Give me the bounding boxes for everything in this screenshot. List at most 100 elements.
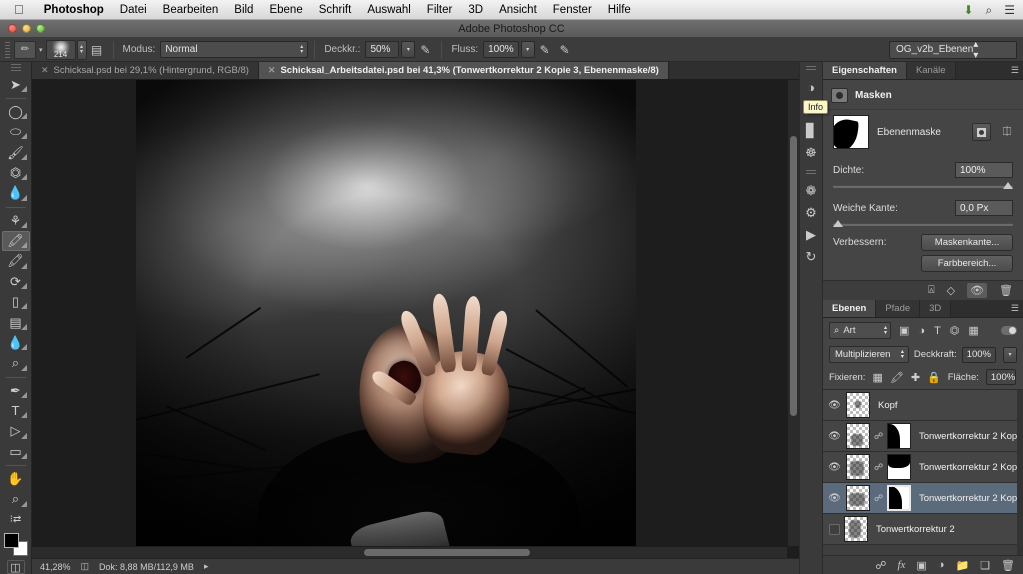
path-selection-tool[interactable]: ▷	[2, 421, 30, 441]
tab-pfade[interactable]: Pfade	[876, 300, 921, 317]
layer-row-tonwertkorrektur-2[interactable]: Tonwertkorrektur 2	[823, 514, 1023, 545]
menu-item-ebene[interactable]: Ebene	[261, 0, 310, 20]
toggle-mask-icon[interactable]: 👁	[967, 283, 988, 298]
download-icon[interactable]: ⬇	[963, 4, 973, 16]
layer-thumbnail[interactable]	[846, 485, 870, 511]
rectangle-tool[interactable]: ▭	[2, 442, 30, 462]
layer-style-icon[interactable]: fx	[897, 559, 905, 571]
feather-input[interactable]: 0,0 Px	[955, 200, 1013, 216]
document-canvas[interactable]	[136, 80, 636, 558]
mask-thumbnail[interactable]	[833, 115, 869, 149]
layer-row-tonwertkorrektur-2-kopie-2[interactable]: 👁 ☍ Tonwertkorrektur 2 Kopie 2	[823, 452, 1023, 483]
dock-grip-2[interactable]	[806, 170, 816, 176]
color-swatches[interactable]	[2, 532, 30, 556]
document-tab-schicksal[interactable]: ✕ Schicksal.psd bei 29,1% (Hintergrund, …	[32, 62, 259, 79]
filter-enable-toggle[interactable]	[1001, 326, 1017, 335]
layer-mask-thumbnail[interactable]	[887, 423, 911, 449]
clone-stamp-tool[interactable]: 🖍	[2, 251, 30, 271]
layer-thumbnail[interactable]	[846, 423, 870, 449]
layer-mask-thumbnail[interactable]	[887, 454, 911, 480]
layer-list[interactable]: 👁 Kopf 👁 ☍ Tonwertkorrektur 2 Kopie 👁 ☍ …	[823, 390, 1023, 555]
menu-item-hilfe[interactable]: Hilfe	[600, 0, 639, 20]
type-filter-icon[interactable]: T	[934, 325, 941, 337]
scrollbar-thumb[interactable]	[364, 549, 531, 556]
apple-logo-icon[interactable]: 	[14, 3, 24, 16]
pixel-mask-button[interactable]	[972, 123, 991, 141]
foreground-color-swatch[interactable]	[3, 532, 19, 548]
history-brush-tool[interactable]: ⟳	[2, 272, 30, 292]
pixel-filter-icon[interactable]: ▣	[899, 324, 909, 337]
layer-mask-link-icon[interactable]: ☍	[874, 493, 883, 504]
dock-grip[interactable]	[806, 66, 816, 72]
scrollbar-thumb[interactable]	[790, 135, 797, 416]
quick-selection-tool[interactable]: 🖌	[2, 142, 30, 162]
brush-size-preview[interactable]: 214	[45, 39, 76, 60]
menu-item-bild[interactable]: Bild	[226, 0, 261, 20]
tools-panel-grip[interactable]	[10, 64, 21, 72]
density-slider[interactable]	[833, 182, 1013, 189]
document-tab-schicksal-arbeitsdatei[interactable]: ✕ Schicksal_Arbeitsdatei.psd bei 41,3% (…	[258, 62, 669, 79]
histogram-panel-icon[interactable]: ▊	[800, 120, 822, 142]
menu-item-schrift[interactable]: Schrift	[311, 0, 360, 20]
color-range-button[interactable]: Farbbereich...	[921, 255, 1013, 272]
layer-opacity-chevron-down-icon[interactable]: ▾	[1003, 346, 1017, 363]
tool-presets-icon[interactable]: ⚙	[800, 202, 822, 224]
actions-panel-icon[interactable]: ↻	[800, 246, 822, 268]
eraser-tool[interactable]: ▯	[2, 292, 30, 312]
timeline-panel-icon[interactable]: ▶	[800, 224, 822, 246]
hand-tool[interactable]: ✋	[2, 469, 30, 489]
load-selection-icon[interactable]: ⍓	[928, 284, 935, 297]
layer-blend-mode-select[interactable]: Multiplizieren ▴ ▾	[829, 346, 909, 363]
vector-mask-icon[interactable]: ⎅	[999, 126, 1015, 139]
edit-toolbar-icon[interactable]: ⁝⇄	[2, 510, 30, 530]
close-icon[interactable]: ✕	[41, 65, 49, 76]
quick-mask-icon[interactable]: ◫	[6, 560, 25, 574]
layer-visibility-icon[interactable]: 👁	[827, 431, 842, 442]
flow-input[interactable]: 100%	[483, 41, 519, 58]
layer-visibility-icon[interactable]: 👁	[827, 493, 842, 504]
brush-panel-icon[interactable]: ▤	[87, 41, 107, 59]
tab-ebenen[interactable]: Ebenen	[823, 300, 877, 317]
layer-thumbnail[interactable]	[844, 516, 868, 542]
brush-presets-icon[interactable]: ❁	[800, 180, 822, 202]
elliptical-marquee-tool[interactable]: ◯	[2, 102, 30, 122]
layer-row-tonwertkorrektur-2-kopie-3[interactable]: 👁 ☍ Tonwertkorrektur 2 Kopie 3	[823, 483, 1023, 514]
menu-item-filter[interactable]: Filter	[419, 0, 461, 20]
airbrush-icon[interactable]: ✎	[535, 41, 555, 59]
zoom-tool[interactable]: ⌕	[2, 489, 30, 509]
tab-eigenschaften[interactable]: Eigenschaften	[823, 62, 907, 79]
canvas-area[interactable]	[32, 80, 799, 558]
lock-all-icon[interactable]: 🔒	[927, 371, 941, 384]
menu-item-photoshop[interactable]: Photoshop	[36, 0, 112, 20]
pen-tool[interactable]: ✒	[2, 380, 30, 400]
tablet-pressure-size-icon[interactable]: ✎	[555, 41, 575, 59]
gradient-tool[interactable]: ▤	[2, 312, 30, 332]
layers-panel-scrollbar[interactable]	[1017, 390, 1023, 555]
lock-transparency-icon[interactable]: ▦	[872, 371, 882, 384]
new-layer-icon[interactable]: ❏	[980, 559, 990, 572]
menu-item-fenster[interactable]: Fenster	[545, 0, 600, 20]
blend-mode-select[interactable]: Normal ▴ ▾	[160, 41, 309, 58]
feather-slider[interactable]	[833, 220, 1013, 227]
flow-chevron-down-icon[interactable]: ▾	[520, 41, 535, 58]
tab-3d[interactable]: 3D	[920, 300, 952, 317]
layer-visibility-icon[interactable]	[829, 523, 840, 535]
brush-size-stepper[interactable]: ▴ ▾	[76, 39, 87, 60]
layer-mask-link-icon[interactable]: ☍	[874, 462, 883, 473]
density-input[interactable]: 100%	[955, 162, 1013, 178]
zoom-level[interactable]: 41,28%	[40, 562, 71, 572]
search-icon[interactable]: ⌕	[986, 4, 993, 16]
menu-item-ansicht[interactable]: Ansicht	[491, 0, 545, 20]
close-icon[interactable]: ✕	[268, 65, 276, 76]
brush-preset-icon[interactable]: ✏	[14, 40, 36, 59]
color-panel-icon[interactable]: ◑	[800, 76, 822, 98]
menu-item-datei[interactable]: Datei	[112, 0, 155, 20]
layer-filter-type-select[interactable]: ⌕ Art ▴ ▾	[829, 322, 891, 339]
panel-menu-icon[interactable]: ☰	[1011, 304, 1019, 313]
add-mask-icon[interactable]: ▣	[916, 559, 926, 572]
panel-menu-icon[interactable]: ☰	[1011, 66, 1019, 75]
delete-layer-icon[interactable]: 🗑	[1001, 559, 1015, 572]
apply-mask-icon[interactable]: ◇	[947, 284, 955, 297]
canvas-vertical-scrollbar[interactable]	[787, 80, 799, 546]
canvas-horizontal-scrollbar[interactable]	[32, 546, 787, 558]
